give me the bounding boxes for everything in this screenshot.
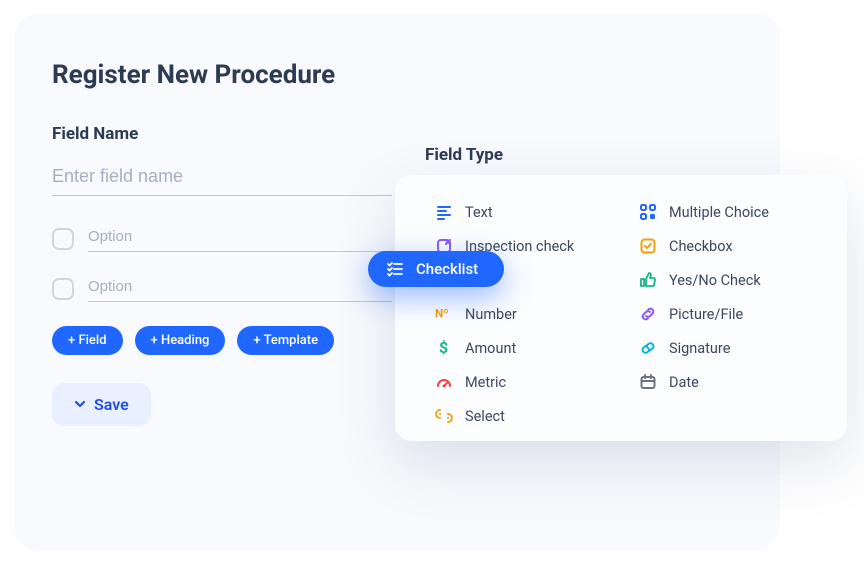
dollar-icon: $ — [435, 339, 453, 357]
checklist-label: Checklist — [416, 260, 478, 278]
chevron-down-icon — [74, 395, 86, 414]
option-row-2 — [52, 276, 392, 302]
gauge-icon — [435, 373, 453, 391]
add-heading-button[interactable]: + Heading — [135, 326, 226, 355]
type-amount[interactable]: $ Amount — [431, 331, 619, 365]
type-text[interactable]: Text — [431, 195, 619, 229]
field-type-dropdown: Text Inspection check Checklist Nº Numbe… — [395, 175, 847, 441]
option-row-1 — [52, 226, 392, 252]
type-select[interactable]: Select — [431, 399, 619, 433]
type-date[interactable]: Date — [635, 365, 823, 399]
add-template-button[interactable]: + Template — [237, 326, 334, 355]
dropdown-col-left: Text Inspection check Checklist Nº Numbe… — [431, 195, 619, 433]
number-icon: Nº — [435, 305, 453, 323]
type-picture[interactable]: Picture/File — [635, 297, 823, 331]
option-input-2[interactable] — [88, 276, 392, 302]
svg-text:Nº: Nº — [435, 307, 449, 321]
select-icon — [435, 407, 453, 425]
thumbs-up-icon — [639, 271, 657, 289]
type-signature[interactable]: Signature — [635, 331, 823, 365]
dropdown-col-right: Multiple Choice Checkbox Yes/No Check Pi… — [635, 195, 823, 433]
checkbox-icon — [639, 237, 657, 255]
type-checklist-selected[interactable]: Checklist — [368, 251, 504, 287]
option-checkbox-1[interactable] — [52, 228, 74, 250]
field-name-input[interactable] — [52, 162, 392, 196]
text-lines-icon — [435, 203, 453, 221]
option-checkbox-2[interactable] — [52, 278, 74, 300]
save-label: Save — [94, 395, 129, 414]
grid-icon — [639, 203, 657, 221]
dropdown-grid: Text Inspection check Checklist Nº Numbe… — [431, 195, 823, 433]
checklist-icon — [386, 260, 404, 278]
add-controls-row: + Field + Heading + Template — [52, 326, 392, 355]
pill-icon — [639, 339, 657, 357]
link-icon — [639, 305, 657, 323]
type-yesno[interactable]: Yes/No Check — [635, 263, 823, 297]
type-multiple[interactable]: Multiple Choice — [635, 195, 823, 229]
page-title: Register New Procedure — [52, 60, 742, 90]
left-column: Field Name + Field + Heading + Template … — [52, 124, 392, 426]
option-input-1[interactable] — [88, 226, 392, 252]
svg-text:$: $ — [439, 339, 448, 357]
field-type-label: Field Type — [425, 145, 503, 165]
type-metric[interactable]: Metric — [431, 365, 619, 399]
save-button[interactable]: Save — [52, 383, 151, 426]
type-checkbox[interactable]: Checkbox — [635, 229, 823, 263]
add-field-button[interactable]: + Field — [52, 326, 123, 355]
type-number[interactable]: Nº Number — [431, 297, 619, 331]
field-name-label: Field Name — [52, 124, 392, 144]
calendar-icon — [639, 373, 657, 391]
